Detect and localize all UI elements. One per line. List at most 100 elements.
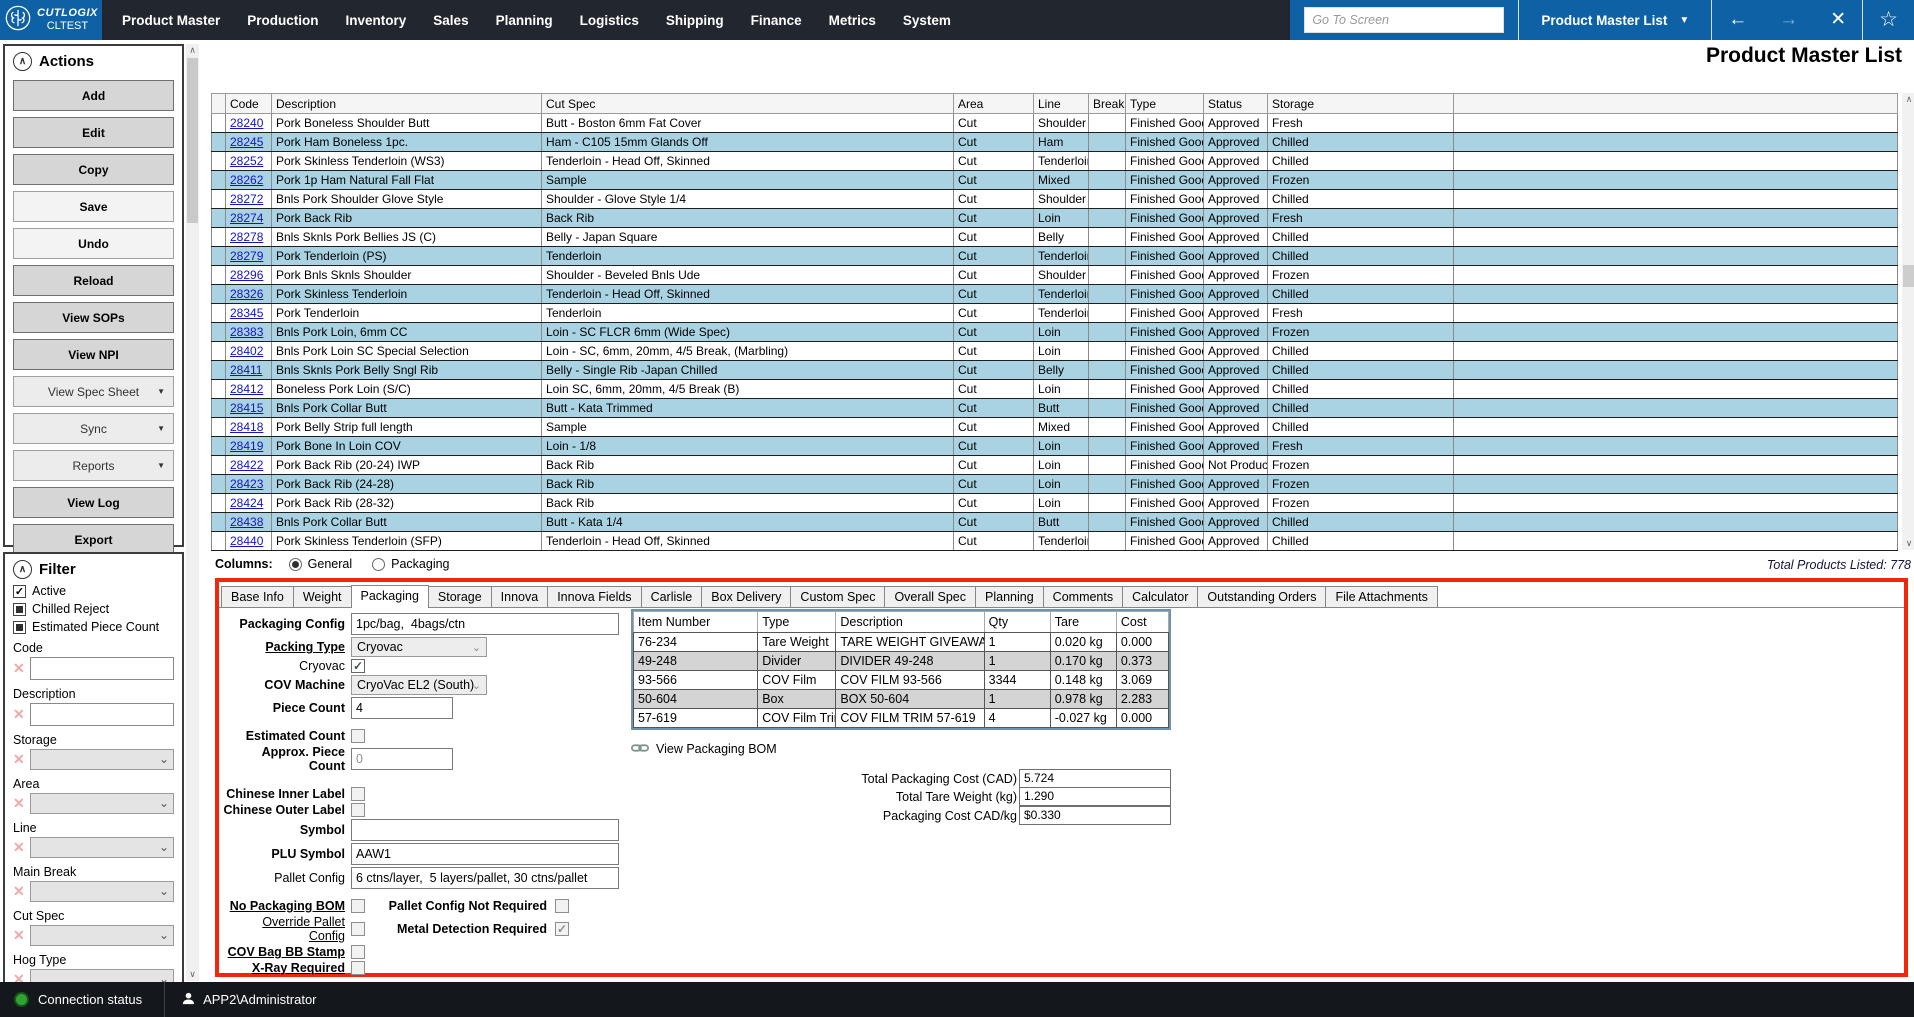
chinese-outer-label-checkbox[interactable] [351, 803, 365, 817]
filter-storage-select[interactable]: ⌄ [30, 749, 174, 770]
product-code-link[interactable]: 28296 [230, 268, 263, 282]
row-selector[interactable] [212, 152, 226, 171]
scroll-down-icon[interactable]: ∨ [1902, 537, 1914, 550]
menu-product-master[interactable]: Product Master [122, 13, 220, 28]
filter-main-break-select[interactable]: ⌄ [30, 881, 174, 902]
menu-metrics[interactable]: Metrics [829, 13, 876, 28]
clear-icon[interactable]: ✕ [13, 883, 26, 900]
x-ray-required-checkbox[interactable] [351, 961, 365, 975]
tab-innova-fields[interactable]: Innova Fields [547, 586, 641, 607]
product-code-link[interactable]: 28415 [230, 401, 263, 415]
row-selector[interactable] [212, 513, 226, 532]
filter-checkbox-active[interactable]: ✓ Active [5, 582, 182, 600]
column-header-type[interactable]: Type [1126, 94, 1204, 114]
tab-box-delivery[interactable]: Box Delivery [701, 586, 791, 607]
columns-radio-general[interactable]: General [289, 557, 352, 571]
reports-button[interactable]: Reports ▼ [13, 450, 174, 481]
clear-icon[interactable]: ✕ [13, 839, 26, 856]
column-header-cut-spec[interactable]: Cut Spec [542, 94, 954, 114]
scroll-up-icon[interactable]: ∧ [186, 44, 199, 57]
no-packaging-bom-checkbox[interactable] [351, 899, 365, 913]
menu-production[interactable]: Production [247, 13, 318, 28]
filter-code-input[interactable] [30, 657, 174, 680]
row-selector[interactable] [212, 209, 226, 228]
menu-logistics[interactable]: Logistics [580, 13, 639, 28]
forward-arrow-icon[interactable]: → [1763, 0, 1814, 40]
row-selector[interactable] [212, 399, 226, 418]
scrollbar-thumb[interactable] [1903, 265, 1914, 287]
product-code-link[interactable]: 28326 [230, 287, 263, 301]
product-code-link[interactable]: 28418 [230, 420, 263, 434]
product-code-link[interactable]: 28252 [230, 154, 263, 168]
undo-button[interactable]: Undo [13, 228, 174, 259]
clear-icon[interactable]: ✕ [13, 706, 26, 723]
chinese-inner-label-checkbox[interactable] [351, 787, 365, 801]
product-code-link[interactable]: 28419 [230, 439, 263, 453]
tab-planning[interactable]: Planning [975, 586, 1044, 607]
go-to-screen-input[interactable] [1304, 7, 1504, 33]
bom-column-header-tare[interactable]: Tare [1050, 612, 1116, 633]
scroll-down-icon[interactable]: ∨ [186, 968, 199, 981]
reload-button[interactable]: Reload [13, 265, 174, 296]
product-code-link[interactable]: 28383 [230, 325, 263, 339]
filter-description-input[interactable] [30, 703, 174, 726]
filter-checkbox-chilled-reject[interactable]: Chilled Reject [5, 600, 182, 618]
columns-radio-packaging[interactable]: Packaging [372, 557, 449, 571]
tab-storage[interactable]: Storage [428, 586, 492, 607]
menu-sales[interactable]: Sales [433, 13, 468, 28]
plu-symbol-input[interactable] [351, 843, 619, 865]
cryovac-checkbox[interactable] [351, 659, 365, 673]
tab-custom-spec[interactable]: Custom Spec [790, 586, 885, 607]
row-selector[interactable] [212, 304, 226, 323]
copy-button[interactable]: Copy [13, 154, 174, 185]
view-spec-sheet-button[interactable]: View Spec Sheet ▼ [13, 376, 174, 407]
row-selector[interactable] [212, 228, 226, 247]
row-selector[interactable] [212, 494, 226, 513]
row-selector[interactable] [212, 133, 226, 152]
column-header-code[interactable]: Code [226, 94, 272, 114]
filter-checkbox-estimated-piece-count[interactable]: Estimated Piece Count [5, 618, 182, 636]
symbol-input[interactable] [351, 819, 619, 841]
product-code-link[interactable]: 28278 [230, 230, 263, 244]
close-icon[interactable]: ✕ [1814, 0, 1862, 40]
row-selector[interactable] [212, 285, 226, 304]
scrollbar-thumb[interactable] [187, 58, 198, 223]
row-selector[interactable] [212, 380, 226, 399]
cov-machine-select[interactable]: CryoVac EL2 (South) ⌄ [351, 675, 487, 695]
product-code-link[interactable]: 28345 [230, 306, 263, 320]
metal-detection-required-checkbox[interactable] [555, 922, 569, 936]
row-selector[interactable] [212, 114, 226, 133]
tab-overall-spec[interactable]: Overall Spec [884, 586, 976, 607]
product-code-link[interactable]: 28412 [230, 382, 263, 396]
tab-weight[interactable]: Weight [293, 586, 352, 607]
tab-calculator[interactable]: Calculator [1122, 586, 1198, 607]
tab-innova[interactable]: Innova [491, 586, 549, 607]
product-code-link[interactable]: 28424 [230, 496, 263, 510]
filter-cut-spec-select[interactable]: ⌄ [30, 925, 174, 946]
estimated-count-checkbox[interactable] [351, 729, 365, 743]
product-code-link[interactable]: 28422 [230, 458, 263, 472]
tab-base-info[interactable]: Base Info [221, 586, 294, 607]
row-selector[interactable] [212, 342, 226, 361]
column-header-description[interactable]: Description [272, 94, 542, 114]
add-button[interactable]: Add [13, 80, 174, 111]
row-selector[interactable] [212, 171, 226, 190]
clear-icon[interactable]: ✕ [13, 660, 26, 677]
column-header-break[interactable]: Break [1089, 94, 1126, 114]
product-code-link[interactable]: 28440 [230, 534, 263, 548]
approx-piece-count-input[interactable] [351, 748, 453, 770]
clear-icon[interactable]: ✕ [13, 971, 26, 982]
row-selector[interactable] [212, 532, 226, 551]
filter-area-select[interactable]: ⌄ [30, 793, 174, 814]
edit-button[interactable]: Edit [13, 117, 174, 148]
product-code-link[interactable]: 28245 [230, 135, 263, 149]
row-selector[interactable] [212, 323, 226, 342]
product-code-link[interactable]: 28423 [230, 477, 263, 491]
scroll-up-icon[interactable]: ∧ [1902, 93, 1914, 106]
bom-column-header-qty[interactable]: Qty [984, 612, 1050, 633]
row-selector[interactable] [212, 190, 226, 209]
column-header-line[interactable]: Line [1034, 94, 1089, 114]
piece-count-input[interactable] [351, 697, 453, 719]
filter-line-select[interactable]: ⌄ [30, 837, 174, 858]
bom-column-header-item-number[interactable]: Item Number [634, 612, 758, 633]
